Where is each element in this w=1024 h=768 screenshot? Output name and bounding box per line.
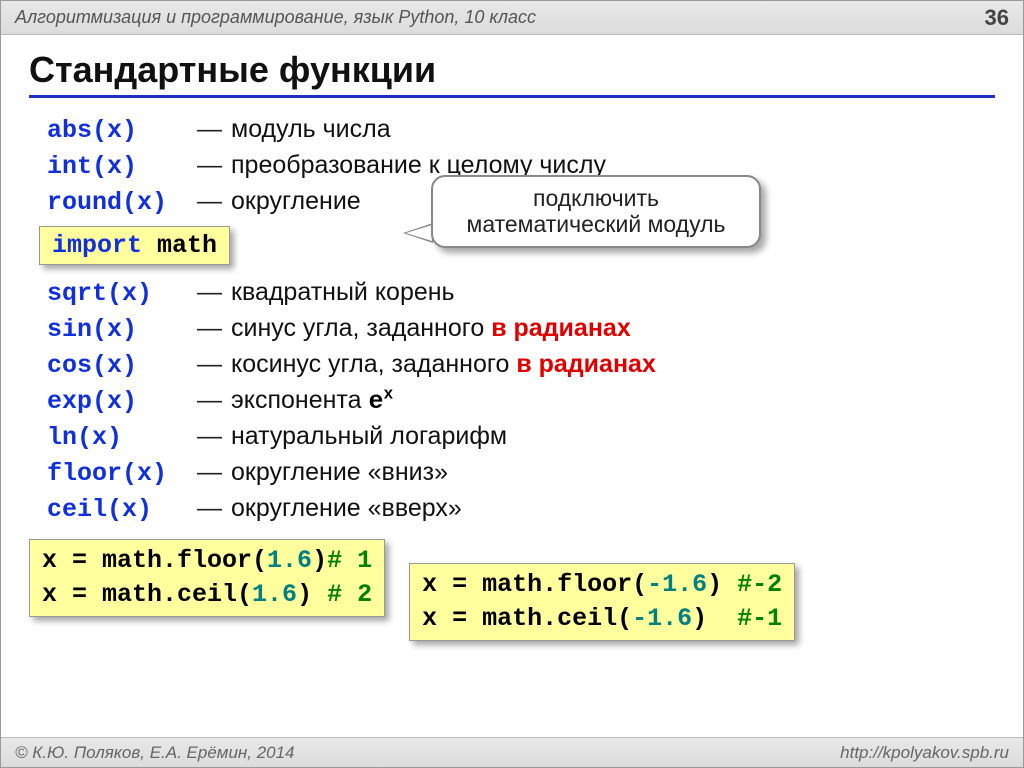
callout-tail-icon — [403, 223, 433, 243]
example-right: x = math.floor(-1.6) #-2 x = math.ceil(-… — [409, 563, 795, 641]
fn-row: sqrt(x) — квадратный корень — [47, 275, 995, 311]
fn-name: exp(x) — [47, 384, 197, 419]
fn-row: abs(x) — модуль числа — [47, 112, 995, 148]
fn-row: sin(x) — синус угла, заданного в радиана… — [47, 311, 995, 347]
fn-name: sin(x) — [47, 312, 197, 347]
dash: — — [197, 455, 231, 490]
slide-title: Стандартные функции — [29, 49, 995, 98]
fn-desc: квадратный корень — [231, 275, 455, 310]
example-left: x = math.floor(1.6)# 1 x = math.ceil(1.6… — [29, 539, 385, 617]
dash: — — [197, 275, 231, 310]
fn-name: abs(x) — [47, 113, 197, 148]
fn-row: floor(x) — округление «вниз» — [47, 455, 995, 491]
fn-row: cos(x) — косинус угла, заданного в радиа… — [47, 347, 995, 383]
import-module: math — [157, 231, 217, 260]
import-keyword: import — [52, 231, 142, 260]
page-number: 36 — [985, 5, 1009, 31]
fn-desc: косинус угла, заданного в радианах — [231, 347, 656, 382]
fn-row: exp(x) — экспонента ex — [47, 383, 995, 419]
fn-desc: экспонента ex — [231, 383, 393, 419]
header-bar: Алгоритмизация и программирование, язык … — [1, 1, 1023, 35]
import-box: import math — [39, 226, 230, 265]
course-label: Алгоритмизация и программирование, язык … — [15, 7, 536, 28]
fn-row: ceil(x) — округление «вверх» — [47, 491, 995, 527]
fn-name: ceil(x) — [47, 492, 197, 527]
dash: — — [197, 419, 231, 454]
dash: — — [197, 347, 231, 382]
dash: — — [197, 383, 231, 418]
fn-desc: округление — [231, 184, 361, 219]
fn-desc: модуль числа — [231, 112, 391, 147]
fn-desc: синус угла, заданного в радианах — [231, 311, 631, 346]
callout-bubble: подключить математический модуль — [431, 175, 761, 248]
fn-name: ln(x) — [47, 420, 197, 455]
fn-desc: натуральный логарифм — [231, 419, 507, 454]
examples: x = math.floor(1.6)# 1 x = math.ceil(1.6… — [29, 539, 995, 641]
slide-content: Стандартные функции abs(x) — модуль числ… — [1, 35, 1023, 641]
fn-name: round(x) — [47, 185, 197, 220]
fn-row: ln(x) — натуральный логарифм — [47, 419, 995, 455]
dash: — — [197, 112, 231, 147]
fn-desc: округление «вниз» — [231, 455, 448, 490]
fn-name: sqrt(x) — [47, 276, 197, 311]
dash: — — [197, 148, 231, 183]
dash: — — [197, 311, 231, 346]
fn-name: floor(x) — [47, 456, 197, 491]
dash: — — [197, 491, 231, 526]
dash: — — [197, 184, 231, 219]
footer-url: http://kpolyakov.spb.ru — [840, 743, 1009, 763]
fn-name: cos(x) — [47, 348, 197, 383]
fn-name: int(x) — [47, 149, 197, 184]
copyright: © К.Ю. Поляков, Е.А. Ерёмин, 2014 — [15, 743, 295, 763]
fn-desc: округление «вверх» — [231, 491, 462, 526]
footer-bar: © К.Ю. Поляков, Е.А. Ерёмин, 2014 http:/… — [1, 737, 1023, 767]
